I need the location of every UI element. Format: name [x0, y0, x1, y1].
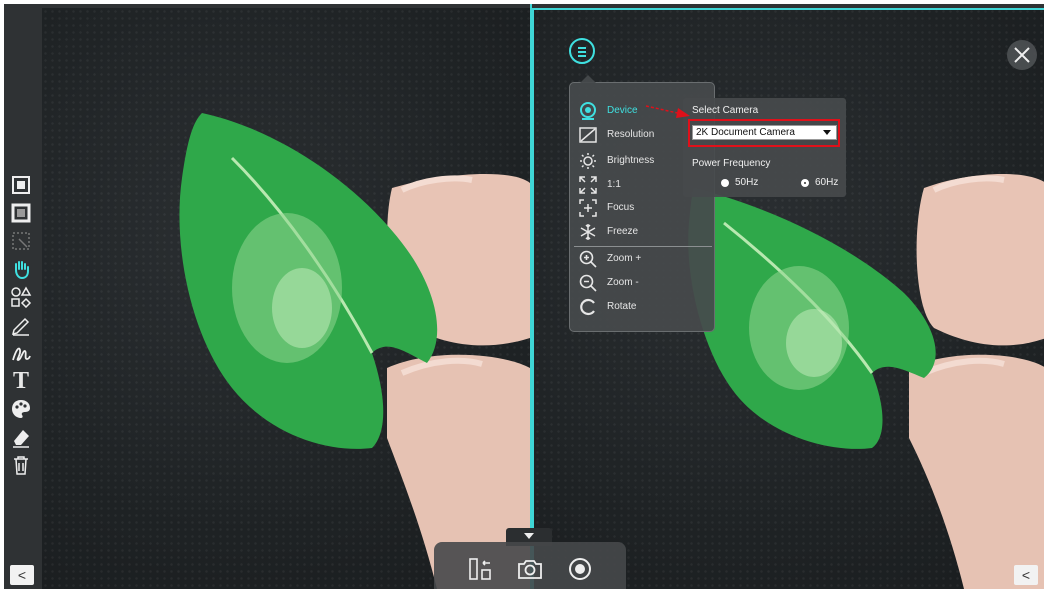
select-camera-label: Select Camera: [692, 105, 759, 116]
radio-50hz[interactable]: [721, 179, 729, 187]
menu-item-label: Focus: [607, 202, 635, 213]
crop-icon[interactable]: [10, 230, 32, 252]
left-camera-image: [179, 113, 530, 589]
palette-icon[interactable]: [10, 398, 32, 420]
menu-item-label: Rotate: [607, 301, 637, 312]
active-pane-border: [532, 8, 1044, 10]
caret-down-icon: [524, 533, 534, 539]
menu-item-label: Resolution: [607, 129, 655, 140]
record-icon[interactable]: [566, 555, 594, 583]
rotate-icon: [580, 298, 595, 316]
shapes-icon[interactable]: [10, 286, 32, 308]
freehand-icon[interactable]: [10, 342, 32, 364]
menu-item-label: Device: [607, 105, 638, 116]
brightness-icon: [580, 153, 596, 169]
radio-60hz-label: 60Hz: [815, 177, 839, 188]
eraser-icon[interactable]: [10, 426, 32, 448]
app-frame: T < < Device Resolution Brightness 1:1 F…: [4, 4, 1044, 589]
pen-icon[interactable]: [10, 314, 32, 336]
annotation-highlight-box: [688, 119, 840, 147]
trash-icon[interactable]: [10, 454, 32, 476]
device-settings-panel: Select Camera 2K Document Camera Power F…: [683, 98, 846, 197]
menu-item-label: Brightness: [607, 155, 655, 166]
split-view-icon[interactable]: [466, 555, 494, 583]
camera-capture-icon[interactable]: [516, 555, 544, 583]
text-icon[interactable]: T: [10, 369, 32, 393]
menu-icon[interactable]: [569, 38, 595, 64]
left-toolbar: T <: [4, 4, 38, 589]
menu-item-rotate[interactable]: Rotate: [576, 297, 708, 317]
zoom-in-icon: [579, 250, 597, 268]
power-frequency-label: Power Frequency: [692, 158, 771, 169]
snowflake-icon: [580, 224, 596, 240]
menu-item-freeze[interactable]: Freeze: [576, 222, 708, 242]
frame-square-icon[interactable]: [10, 202, 32, 224]
menu-item-label: Zoom +: [607, 253, 642, 264]
fit-icon: [579, 176, 597, 194]
hand-icon[interactable]: [10, 258, 32, 280]
menu-item-zoom-in[interactable]: Zoom +: [576, 249, 708, 269]
annotation-arrow-icon: [645, 105, 690, 118]
bottom-toolbar: [434, 542, 626, 589]
menu-item-label: 1:1: [607, 179, 621, 190]
webcam-icon: [580, 102, 596, 120]
zoom-out-icon: [579, 274, 597, 292]
collapse-right-button[interactable]: <: [1014, 565, 1038, 585]
menu-item-label: Freeze: [607, 226, 639, 237]
radio-60hz[interactable]: [801, 179, 809, 187]
menu-item-label: Zoom -: [607, 277, 639, 288]
left-camera-view[interactable]: [42, 8, 530, 589]
menu-item-focus[interactable]: Focus: [576, 198, 708, 218]
menu-item-zoom-out[interactable]: Zoom -: [576, 273, 708, 293]
stop-square-icon[interactable]: [10, 174, 32, 196]
resolution-icon: [579, 127, 597, 143]
close-icon: [1014, 47, 1030, 63]
focus-icon: [579, 199, 597, 217]
radio-50hz-label: 50Hz: [735, 177, 759, 188]
close-button[interactable]: [1007, 40, 1037, 70]
menu-divider: [574, 246, 712, 247]
collapse-toolbar-button[interactable]: <: [10, 565, 34, 585]
